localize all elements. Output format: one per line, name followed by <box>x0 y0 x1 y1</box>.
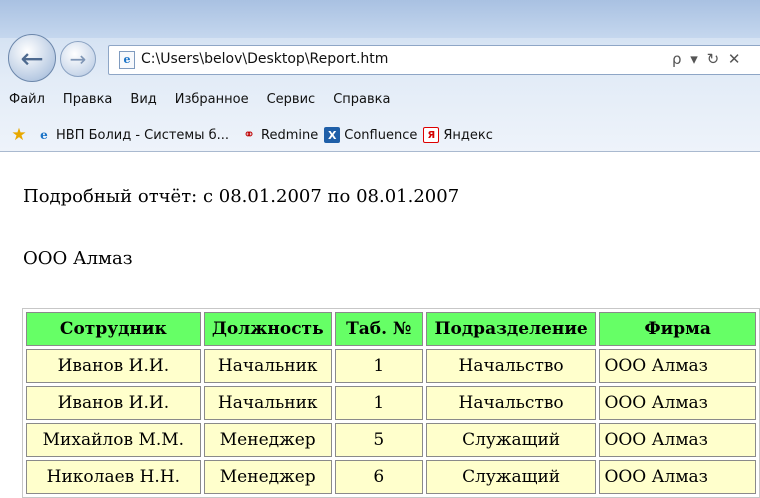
column-header-position: Должность <box>203 312 332 346</box>
cell-tab-number: 1 <box>334 386 423 420</box>
menu-favorites[interactable]: Избранное <box>166 90 258 114</box>
cell-employee: Иванов И.И. <box>26 349 201 383</box>
ie-page-icon: e <box>40 128 48 142</box>
menu-tools[interactable]: Сервис <box>258 90 325 114</box>
yandex-icon: Я <box>423 127 440 143</box>
favorite-redmine[interactable]: ⚭ Redmine <box>241 127 318 143</box>
favorites-bar: ★ e НВП Болид - Системы б... ⚭ Redmine X… <box>0 122 760 148</box>
cell-department: Начальство <box>425 349 597 383</box>
menu-view[interactable]: Вид <box>121 90 165 114</box>
column-header-department: Подразделение <box>425 312 597 346</box>
page-content: Подробный отчёт: с 08.01.2007 по 08.01.2… <box>0 152 760 498</box>
table-row: Николаев Н.Н. Менеджер 6 Служащий ООО Ал… <box>26 460 756 494</box>
address-bar[interactable]: e C:\Users\belov\Desktop\Report.htm ρ ▾ … <box>108 45 760 75</box>
table-row: Иванов И.И. Начальник 1 Начальство ООО А… <box>26 386 756 420</box>
favorite-label: Redmine <box>261 127 319 143</box>
cell-tab-number: 1 <box>334 349 423 383</box>
cell-department: Служащий <box>425 460 597 494</box>
cell-tab-number: 5 <box>334 423 423 457</box>
cell-company: ООО Алмаз <box>599 423 756 457</box>
favorite-label: Яндекс <box>443 127 493 143</box>
cell-company: ООО Алмаз <box>599 386 756 420</box>
table-row: Иванов И.И. Начальник 1 Начальство ООО А… <box>26 349 756 383</box>
menu-help[interactable]: Справка <box>324 90 399 114</box>
company-name: ООО Алмаз <box>23 248 133 269</box>
browser-chrome: ← → e C:\Users\belov\Desktop\Report.htm … <box>0 0 760 152</box>
cell-position: Менеджер <box>203 460 332 494</box>
confluence-icon: X <box>324 127 341 143</box>
address-tools[interactable]: ρ ▾ ↻ ✕ <box>672 50 743 68</box>
cell-position: Начальник <box>203 349 332 383</box>
cell-employee: Иванов И.И. <box>26 386 201 420</box>
favorites-star-icon[interactable]: ★ <box>8 124 30 146</box>
favorite-yandex[interactable]: Я Яндекс <box>423 127 493 143</box>
menu-file[interactable]: Файл <box>0 90 54 114</box>
window-title-strip <box>0 0 760 38</box>
report-table: Сотрудник Должность Таб. № Подразделение… <box>22 308 760 498</box>
cell-employee: Николаев Н.Н. <box>26 460 201 494</box>
menu-bar: Файл Правка Вид Избранное Сервис Справка <box>0 90 760 114</box>
favorite-label: НВП Болид - Системы б... <box>56 127 230 143</box>
cell-department: Начальство <box>425 386 597 420</box>
forward-button[interactable]: → <box>60 41 96 77</box>
column-header-employee: Сотрудник <box>26 312 201 346</box>
address-text[interactable]: C:\Users\belov\Desktop\Report.htm <box>141 51 388 67</box>
cell-employee: Михайлов М.М. <box>26 423 201 457</box>
table-header-row: Сотрудник Должность Таб. № Подразделение… <box>26 312 756 346</box>
cell-company: ООО Алмаз <box>599 460 756 494</box>
favorite-confluence[interactable]: X Confluence <box>324 127 417 143</box>
arrow-right-icon: → <box>69 47 87 71</box>
cell-tab-number: 6 <box>334 460 423 494</box>
cell-position: Начальник <box>203 386 332 420</box>
cell-department: Служащий <box>425 423 597 457</box>
column-header-tab-number: Таб. № <box>334 312 423 346</box>
cell-position: Менеджер <box>203 423 332 457</box>
favorite-label: Confluence <box>344 127 418 143</box>
ie-page-icon: e <box>119 51 135 69</box>
report-title: Подробный отчёт: с 08.01.2007 по 08.01.2… <box>23 186 460 207</box>
menu-edit[interactable]: Правка <box>54 90 121 114</box>
column-header-company: Фирма <box>599 312 756 346</box>
arrow-left-icon: ← <box>20 41 44 75</box>
table-row: Михайлов М.М. Менеджер 5 Служащий ООО Ал… <box>26 423 756 457</box>
back-button[interactable]: ← <box>8 34 56 82</box>
cell-company: ООО Алмаз <box>599 349 756 383</box>
favorite-bolid[interactable]: e НВП Болид - Системы б... <box>36 127 229 143</box>
redmine-icon: ⚭ <box>243 127 255 143</box>
